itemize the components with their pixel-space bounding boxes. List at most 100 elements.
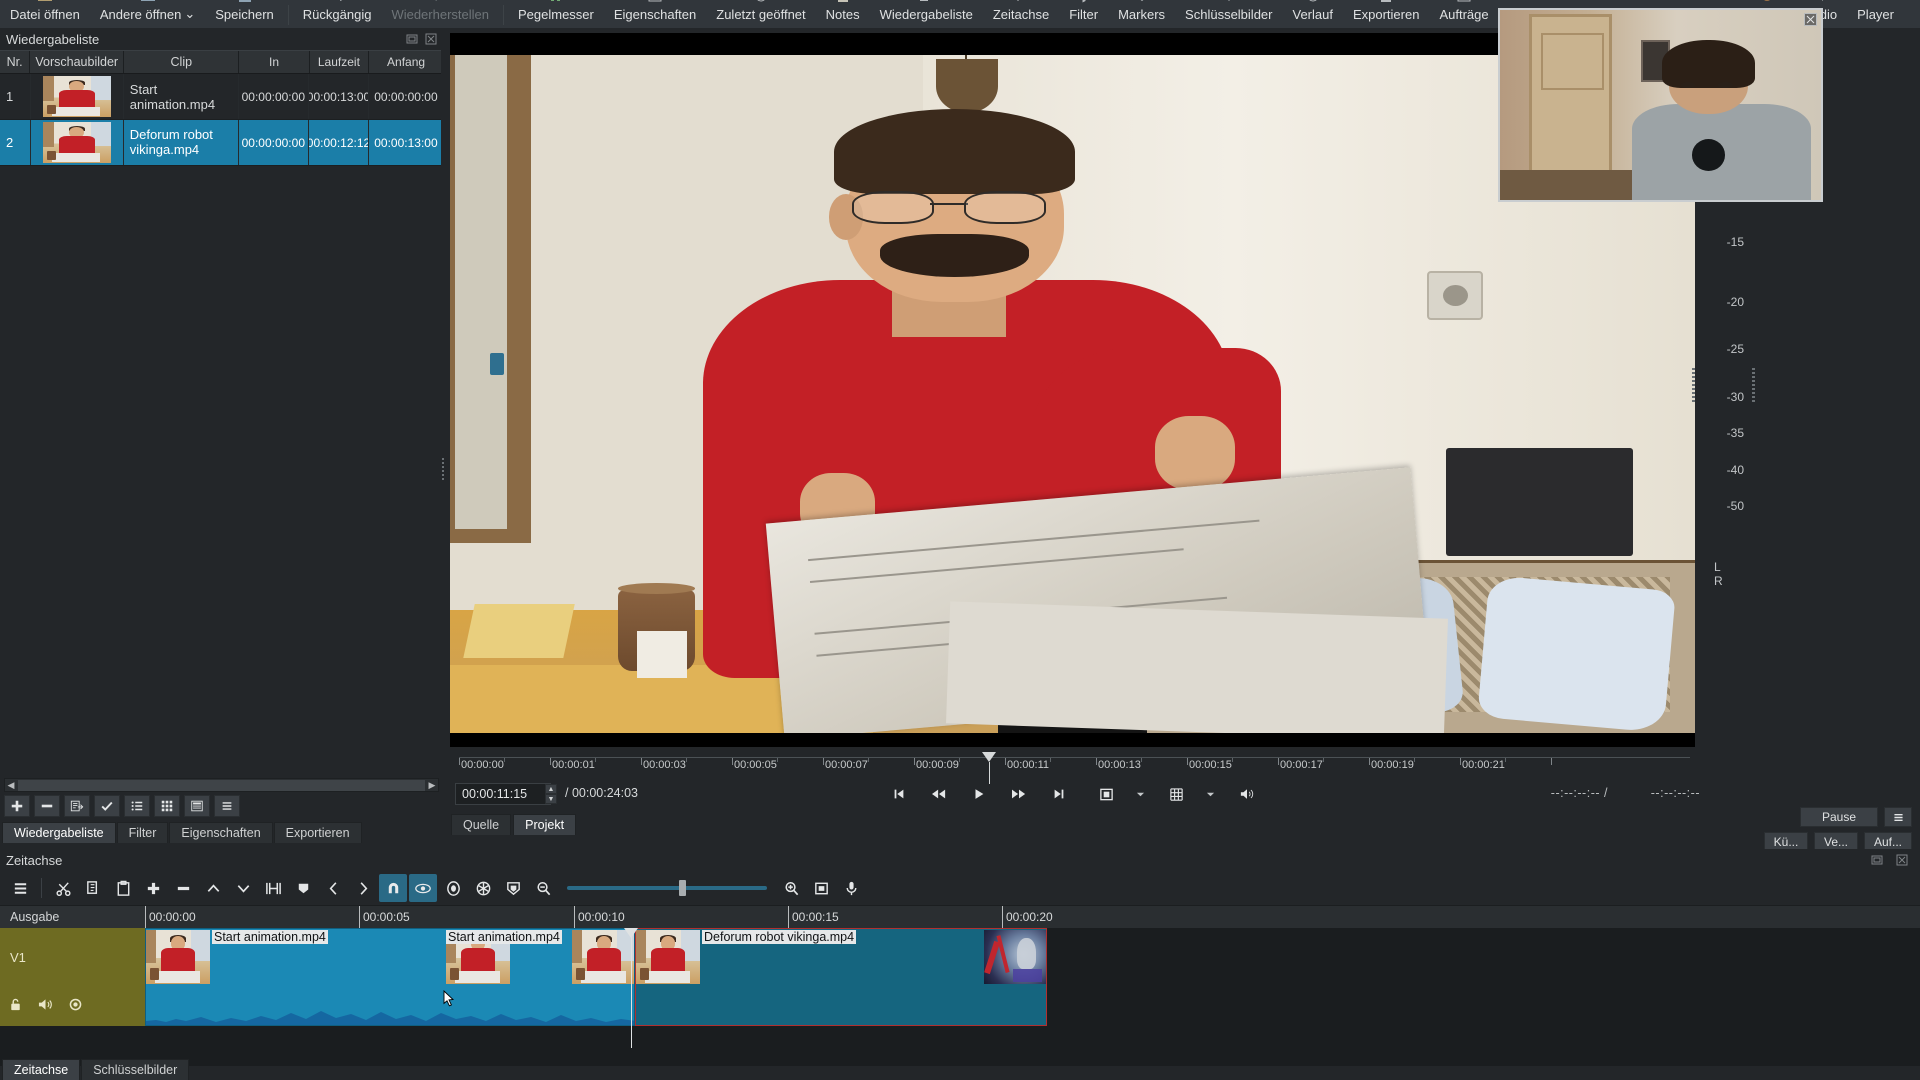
tab-filters[interactable]: Filter — [116, 822, 169, 843]
webcam-overlay[interactable] — [1498, 8, 1823, 202]
hide-icon[interactable] — [68, 997, 83, 1012]
mute-icon[interactable] — [37, 997, 54, 1012]
ripple-markers-button[interactable] — [499, 874, 527, 902]
add-to-playlist-button[interactable] — [4, 795, 30, 817]
scroll-right-icon[interactable]: ▶ — [426, 779, 438, 791]
playlist-column-thumbnails[interactable]: Vorschaubilder — [30, 51, 125, 73]
close-icon[interactable] — [1895, 853, 1909, 867]
zoom-in-button[interactable] — [777, 874, 805, 902]
overwrite-chevron-down-button[interactable] — [229, 874, 257, 902]
volume-icon[interactable] — [1236, 783, 1258, 805]
zoom-dropdown-chevron-down-icon[interactable] — [1136, 783, 1146, 805]
view-icons-button[interactable] — [184, 795, 210, 817]
toolbar-item-timeline[interactable]: Zeitachse — [983, 0, 1059, 28]
tab-export[interactable]: Exportieren — [273, 822, 362, 843]
toolbar-item-history[interactable]: Verlauf — [1282, 0, 1342, 28]
zoom-fit-icon[interactable] — [1096, 783, 1118, 805]
play-icon[interactable] — [968, 783, 990, 805]
scrub-while-dragging-button[interactable] — [409, 874, 437, 902]
toolbar-item-notes[interactable]: Notes — [816, 0, 870, 28]
skip-previous-icon[interactable] — [888, 783, 910, 805]
toolbar-item-properties[interactable]: Eigenschaften — [604, 0, 706, 28]
meter-splitter-grip-left[interactable] — [1692, 368, 1695, 402]
remove-from-playlist-button[interactable] — [34, 795, 60, 817]
toolbar-item-keyframes[interactable]: Schlüsselbilder — [1175, 0, 1282, 28]
playlist-horizontal-scrollbar[interactable]: ◀ ▶ — [4, 778, 439, 792]
toolbar-item-jobs[interactable]: Aufträge — [1429, 0, 1498, 28]
zoom-out-button[interactable] — [529, 874, 557, 902]
playlist-column-nr[interactable]: Nr. — [0, 51, 31, 73]
toolbar-item-playlist[interactable]: Wiedergabeliste — [870, 0, 983, 28]
select-clip-button[interactable] — [94, 795, 120, 817]
grid-overlay-icon[interactable] — [1166, 783, 1188, 805]
webcam-close-icon[interactable] — [1804, 13, 1817, 26]
lift-chevron-up-button[interactable] — [199, 874, 227, 902]
view-details-button[interactable] — [124, 795, 150, 817]
view-tiles-button[interactable] — [154, 795, 180, 817]
timeline-zoom-slider[interactable] — [567, 874, 767, 902]
playlist-column-clip[interactable]: Clip — [124, 51, 240, 73]
timeline-playhead-handle[interactable] — [624, 928, 638, 938]
pause-button[interactable]: Pause — [1800, 807, 1878, 827]
lock-icon[interactable] — [8, 997, 23, 1012]
split-button[interactable] — [259, 874, 287, 902]
playlist-row[interactable]: 1 Start animation.mp4 00:00:00:00 00:00:… — [0, 74, 443, 120]
ripple-button[interactable] — [439, 874, 467, 902]
grid-dropdown-chevron-down-icon[interactable] — [1206, 783, 1216, 805]
toolbar-item-markers[interactable]: Markers — [1108, 0, 1175, 28]
zoom-slider-handle[interactable] — [679, 880, 686, 896]
player-scrub-ruler[interactable]: 00:00:00 00:00:01 00:00:03 00:00:05 00:0… — [445, 751, 1700, 784]
timeline-clip[interactable]: Start animation.mp4 Start animation.mp4 — [145, 928, 635, 1026]
paste-button[interactable] — [109, 874, 137, 902]
tab-project[interactable]: Projekt — [513, 814, 577, 835]
timeline-menu-button[interactable] — [6, 874, 34, 902]
timeline-clip[interactable]: Deforum robot vikinga.mp4 — [635, 928, 1047, 1026]
scroll-left-icon[interactable]: ◀ — [5, 779, 17, 791]
next-marker-chevron-right-button[interactable] — [349, 874, 377, 902]
playlist-column-in[interactable]: In — [239, 51, 310, 73]
toolbar-item-player[interactable]: Player — [1847, 0, 1904, 28]
toolbar-item-audio-meter[interactable]: Pegelmesser — [508, 0, 604, 28]
tab-source[interactable]: Quelle — [451, 814, 512, 835]
toolbar-item-open-other[interactable]: Andere öffnen ⌄ — [90, 0, 205, 28]
record-audio-microphone-button[interactable] — [837, 874, 865, 902]
timeline-track-header-v1[interactable]: V1 — [0, 928, 145, 1026]
previous-marker-chevron-left-button[interactable] — [319, 874, 347, 902]
tab-playlist[interactable]: Wiedergabeliste — [2, 822, 116, 843]
playlist-menu-button[interactable] — [214, 795, 240, 817]
timeline-playhead[interactable] — [624, 928, 638, 1048]
player-playhead[interactable] — [982, 752, 996, 762]
ripple-all-tracks-button[interactable] — [469, 874, 497, 902]
playlist-row[interactable]: 2 Deforum robot vikinga.mp4 00:00:00:00 … — [0, 120, 443, 166]
toolbar-item-export[interactable]: Exportieren — [1343, 0, 1429, 28]
cut-button[interactable] — [49, 874, 77, 902]
fast-forward-icon[interactable] — [1008, 783, 1030, 805]
tab-timeline[interactable]: Zeitachse — [2, 1059, 81, 1080]
toolbar-item-recent[interactable]: Zuletzt geöffnet — [706, 0, 815, 28]
tab-keyframes[interactable]: Schlüsselbilder — [81, 1059, 190, 1080]
meter-splitter-grip-right[interactable] — [1752, 368, 1755, 402]
zoom-fit-button[interactable] — [807, 874, 835, 902]
scrollbar-handle[interactable] — [18, 779, 425, 791]
toolbar-item-open-file[interactable]: Datei öffnen — [0, 0, 90, 28]
toolbar-item-filter[interactable]: Filter — [1059, 0, 1108, 28]
ripple-delete-button[interactable] — [169, 874, 197, 902]
close-icon[interactable] — [424, 32, 438, 46]
tab-properties[interactable]: Eigenschaften — [169, 822, 273, 843]
toolbar-item-undo[interactable]: Rückgängig — [293, 0, 382, 28]
playlist-column-start[interactable]: Anfang — [369, 51, 443, 73]
timeline-output-header[interactable]: Ausgabe — [0, 906, 145, 928]
append-button[interactable] — [139, 874, 167, 902]
toolbar-item-save[interactable]: Speichern — [205, 0, 284, 28]
playlist-column-duration[interactable]: Laufzeit — [310, 51, 370, 73]
float-icon[interactable] — [405, 32, 419, 46]
copy-button[interactable] — [79, 874, 107, 902]
overflow-menu-button[interactable] — [1884, 807, 1912, 827]
timeline-ruler[interactable]: 00:00:00 00:00:05 00:00:10 00:00:15 00:0… — [145, 906, 1920, 928]
skip-next-icon[interactable] — [1048, 783, 1070, 805]
update-playlist-item-button[interactable] — [64, 795, 90, 817]
marker-button[interactable] — [289, 874, 317, 902]
float-icon[interactable] — [1870, 853, 1884, 867]
rewind-icon[interactable] — [928, 783, 950, 805]
snap-magnet-button[interactable] — [379, 874, 407, 902]
